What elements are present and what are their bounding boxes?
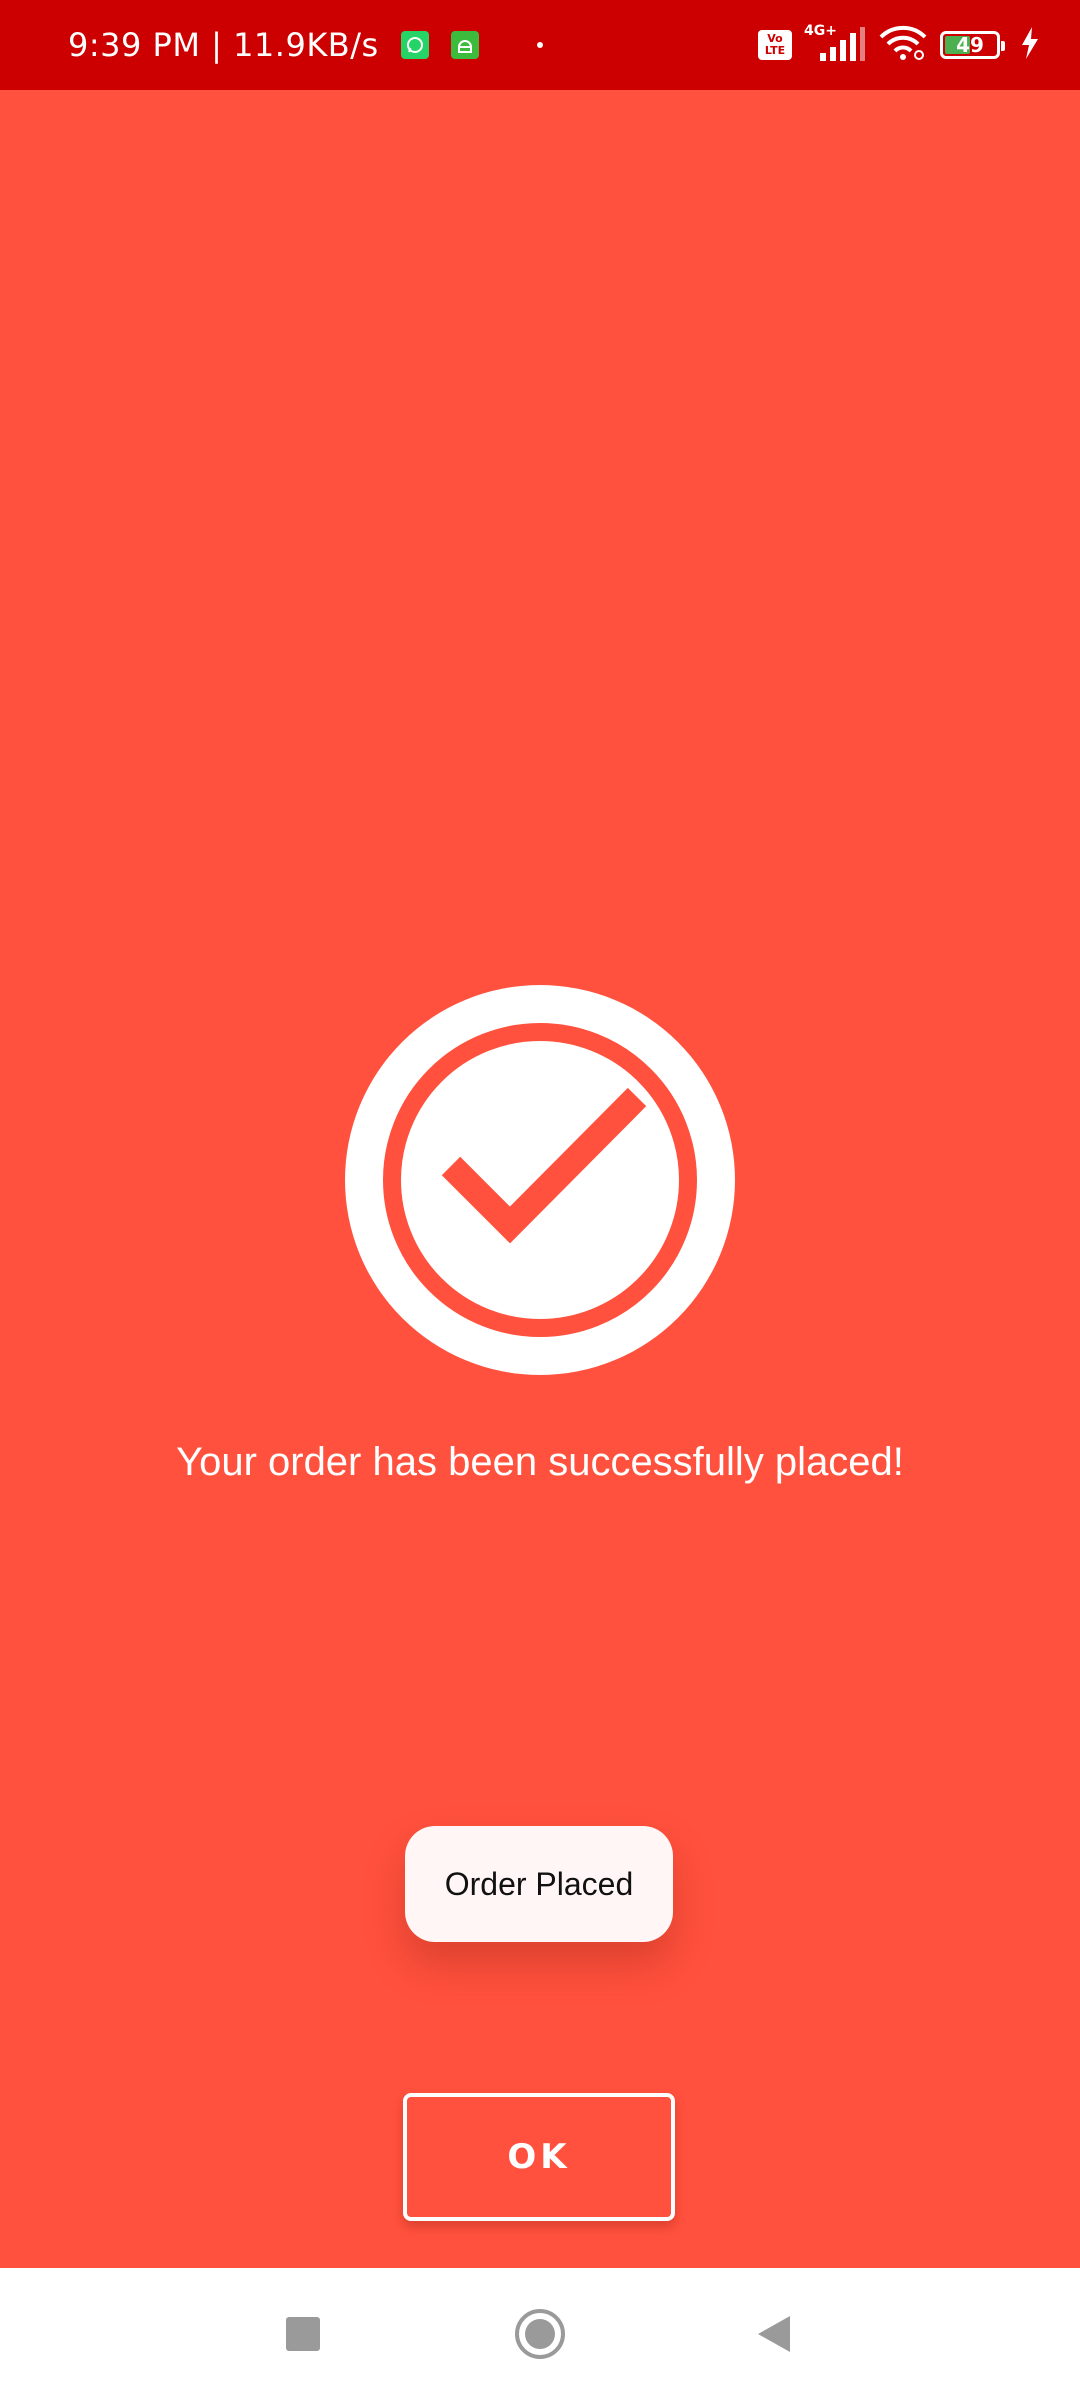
system-nav-bar [0, 2268, 1080, 2400]
battery-icon: 49 [940, 31, 1005, 59]
home-button[interactable] [480, 2268, 600, 2400]
android-app-icon [450, 31, 479, 59]
ok-button[interactable]: OK [403, 2093, 675, 2221]
wifi-icon [878, 25, 928, 65]
signal-icon: 4G+ [804, 23, 866, 63]
status-right: Vo LTE 4G+ 49 [758, 23, 1040, 65]
recents-button[interactable] [243, 2268, 363, 2400]
triangle-back-icon [758, 2316, 790, 2352]
back-button[interactable] [714, 2268, 834, 2400]
order-success-check-icon [345, 985, 735, 1375]
charging-icon [1020, 27, 1040, 63]
notification-dot-icon [536, 42, 543, 48]
status-left: 9:39 PM | 11.9KB/s [68, 26, 543, 64]
battery-level: 49 [956, 33, 984, 57]
order-placed-toast: Order Placed [405, 1826, 673, 1942]
whatsapp-icon [400, 31, 429, 59]
circle-icon [515, 2309, 565, 2359]
order-success-message: Your order has been successfully placed! [176, 1440, 904, 1484]
status-time-speed: 9:39 PM | 11.9KB/s [68, 26, 379, 64]
status-bar: 9:39 PM | 11.9KB/s Vo LTE 4G+ 49 [0, 0, 1080, 90]
volte-icon: Vo LTE [758, 30, 792, 60]
square-icon [286, 2317, 320, 2351]
